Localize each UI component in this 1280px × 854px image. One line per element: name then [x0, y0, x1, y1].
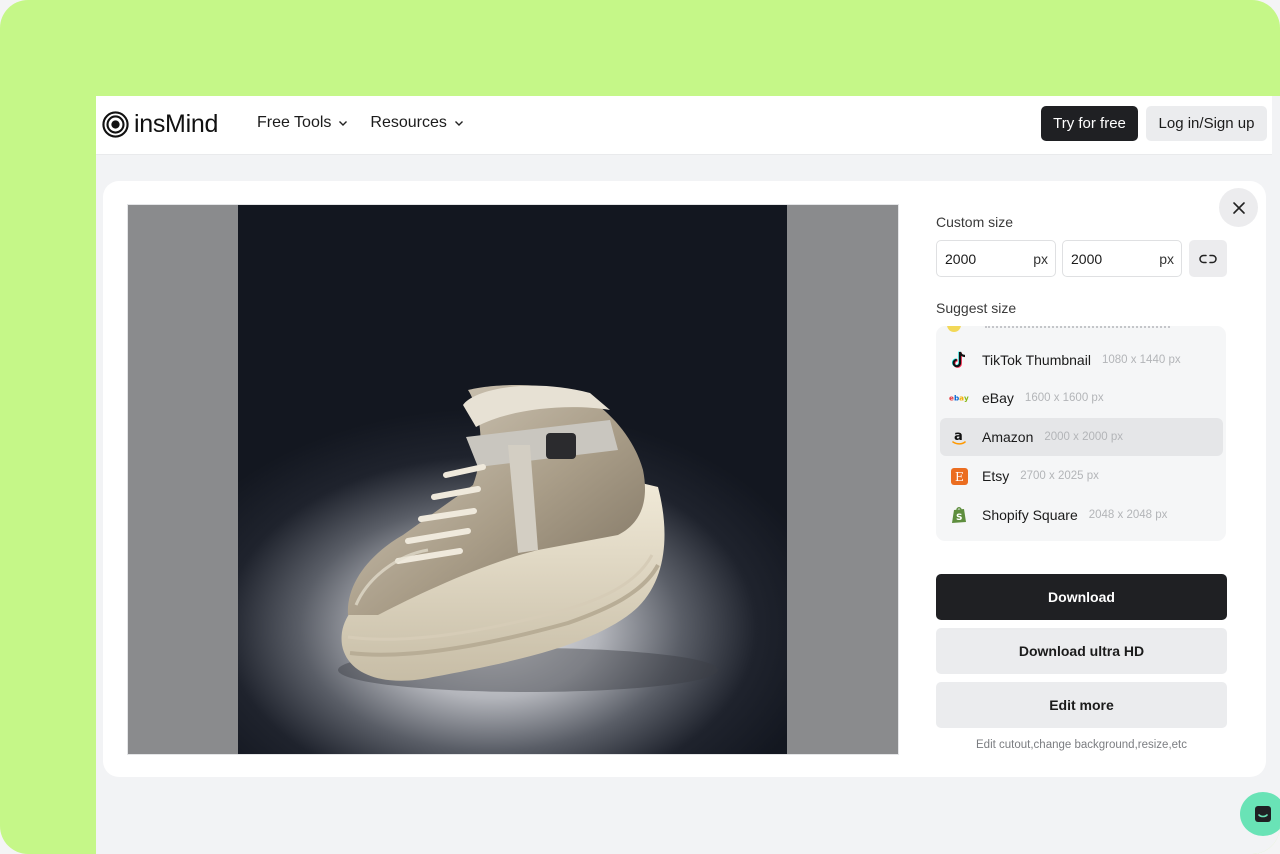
nav-free-tools[interactable]: Free Tools — [257, 114, 348, 132]
suggest-item-ebay[interactable]: ebay eBay 1600 x 1600 px — [940, 379, 1223, 417]
close-button[interactable] — [1219, 188, 1258, 227]
brand-logo[interactable]: insMind — [102, 109, 218, 139]
suggest-item-dims: 2048 x 2048 px — [1088, 509, 1168, 521]
suggest-item-dims: 1080 x 1440 px — [1101, 354, 1181, 366]
close-icon — [1232, 201, 1245, 214]
chat-support-button[interactable] — [1240, 792, 1280, 836]
shopify-icon: S — [949, 505, 969, 525]
suggest-item-name: Amazon — [982, 429, 1034, 445]
suggest-size-label: Suggest size — [936, 300, 1017, 316]
product-photo — [238, 205, 787, 754]
height-input[interactable]: 2000 px — [1062, 240, 1182, 277]
suggest-item-dims: 1600 x 1600 px — [1024, 392, 1104, 404]
suggest-item-amazon[interactable]: a Amazon 2000 x 2000 px — [940, 418, 1223, 456]
chevron-down-icon — [454, 121, 463, 126]
ebay-icon: ebay — [949, 388, 969, 408]
suggest-item-etsy[interactable]: E Etsy 2700 x 2025 px — [940, 457, 1223, 495]
brand-name: insMind — [134, 109, 219, 138]
app-window: insMind Free Tools Resources Try for fre… — [96, 96, 1280, 854]
suggest-item-name: Etsy — [982, 468, 1010, 484]
width-unit: px — [1033, 250, 1048, 267]
nav-resources[interactable]: Resources — [370, 114, 463, 132]
nav-free-tools-label: Free Tools — [257, 114, 332, 131]
download-modal: Custom size 2000 px 2000 px Suggest size — [103, 181, 1266, 777]
snapchat-row-partial — [947, 326, 1170, 332]
custom-size-label: Custom size — [936, 214, 1014, 230]
suggest-item-tiktok[interactable]: TikTok Thumbnail 1080 x 1440 px — [940, 341, 1223, 379]
suggest-item-name: TikTok Thumbnail — [982, 352, 1091, 368]
top-navbar: insMind Free Tools Resources Try for fre… — [96, 96, 1272, 155]
try-for-free-button[interactable]: Try for free — [1041, 106, 1138, 141]
clipped-row-text — [985, 326, 1170, 328]
download-ultra-hd-button[interactable]: Download ultra HD — [936, 628, 1227, 674]
suggest-item-name: eBay — [982, 390, 1014, 406]
edit-hint-text: Edit cutout,change background,resize,etc — [976, 739, 1187, 751]
etsy-icon: E — [949, 466, 969, 486]
login-signup-button[interactable]: Log in/Sign up — [1146, 106, 1267, 141]
chevron-down-icon — [339, 121, 348, 126]
height-value: 2000 — [1071, 250, 1103, 267]
width-input[interactable]: 2000 px — [936, 240, 1056, 277]
insmind-logo-icon — [102, 110, 129, 138]
main-nav: Free Tools Resources — [257, 114, 464, 132]
suggest-item-name: Shopify Square — [982, 507, 1078, 523]
nav-resources-label: Resources — [370, 114, 447, 131]
suggest-item-dims: 2700 x 2025 px — [1020, 470, 1099, 482]
suggest-item-dims: 2000 x 2000 px — [1044, 431, 1124, 443]
svg-text:ebay: ebay — [949, 394, 969, 403]
chat-icon — [1255, 806, 1271, 822]
snapchat-icon — [947, 326, 961, 332]
suggest-size-list[interactable]: TikTok Thumbnail 1080 x 1440 px ebay eBa… — [936, 326, 1226, 541]
link-icon — [1199, 254, 1217, 263]
amazon-icon: a — [949, 427, 969, 447]
image-preview — [127, 204, 899, 755]
lime-frame: insMind Free Tools Resources Try for fre… — [0, 0, 1280, 854]
svg-text:a: a — [954, 429, 963, 444]
tiktok-icon — [949, 350, 969, 370]
svg-text:S: S — [956, 513, 962, 523]
sneaker-image — [338, 385, 718, 692]
height-unit: px — [1159, 250, 1174, 267]
width-value: 2000 — [945, 250, 977, 267]
edit-more-button[interactable]: Edit more — [936, 682, 1227, 728]
aspect-lock-button[interactable] — [1189, 240, 1227, 277]
suggest-item-shopify[interactable]: S Shopify Square 2048 x 2048 px — [940, 496, 1223, 534]
download-button[interactable]: Download — [936, 574, 1227, 620]
svg-text:E: E — [955, 470, 964, 484]
